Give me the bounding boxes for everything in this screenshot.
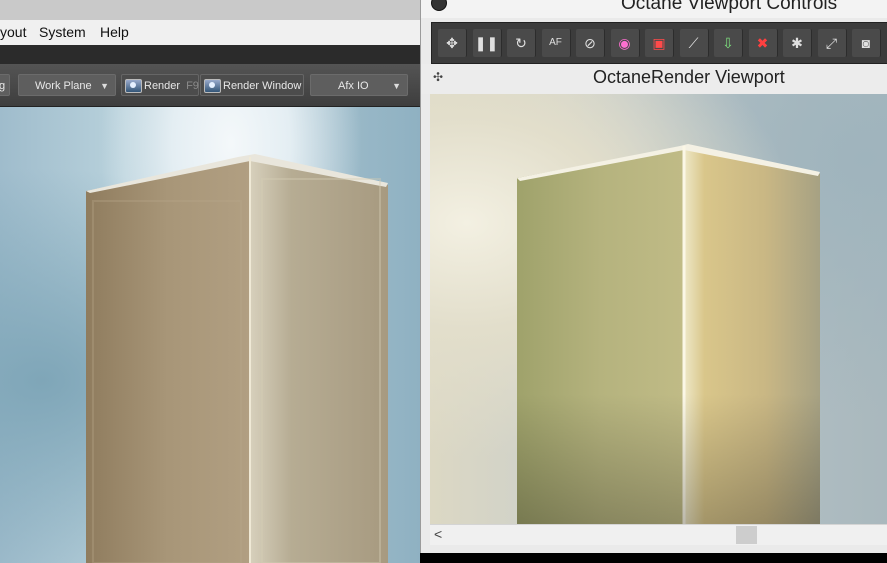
afx-io-dropdown[interactable]: Afx IO ▼	[310, 74, 408, 96]
region-render-icon[interactable]: ▣	[645, 29, 674, 57]
pillar-left-face	[86, 157, 250, 563]
render-window-label: Render Window	[223, 80, 302, 92]
render-window-icon	[204, 79, 221, 93]
clear-icon[interactable]: ✖	[748, 29, 778, 57]
host-application: yout System Help g Work Plane ▼ Render F9…	[0, 0, 420, 563]
pillar-render-octane	[517, 144, 820, 524]
octane-panel-header: ✣ OctaneRender Viewport	[421, 64, 887, 94]
host-menu-bar: yout System Help	[0, 20, 420, 45]
render-icon	[125, 79, 142, 93]
toolbar-left-stub-label: g	[0, 80, 6, 92]
octane-pillar-shadow	[517, 394, 820, 524]
scroll-left-arrow-icon[interactable]: <	[434, 526, 442, 542]
white-balance-picker-icon[interactable]: ⟋	[679, 29, 709, 57]
render-button[interactable]: Render F9	[121, 74, 199, 96]
render-label: Render	[144, 80, 181, 92]
chevron-down-icon: ▼	[392, 81, 401, 91]
octane-title-bar[interactable]: Octane Viewport Controls	[421, 0, 887, 18]
octane-viewport-window: Octane Viewport Controls ✥ ❚❚ ↻ AF ⊘ ◉ ▣ ⟋ ⇩ ✖ ✱ ⤢ ◙…	[420, 0, 887, 553]
pin-icon[interactable]: ✣	[433, 70, 443, 84]
afx-io-label: Afx IO	[338, 80, 369, 92]
fit-icon[interactable]: ✥	[438, 29, 467, 57]
octane-render-viewport[interactable]	[430, 94, 887, 524]
render-shortcut: F9	[186, 80, 199, 92]
pillar-right-face	[250, 157, 388, 563]
host-3d-viewport[interactable]	[0, 107, 420, 563]
menu-system[interactable]: System	[39, 24, 86, 40]
focus-picker-icon[interactable]: ⊘	[576, 29, 605, 57]
menu-help[interactable]: Help	[100, 24, 129, 40]
scroll-thumb[interactable]	[736, 526, 757, 544]
export-icon[interactable]: ⇩	[714, 29, 743, 57]
octane-logo-icon	[431, 0, 447, 11]
lock-resolution-icon[interactable]: ⤢	[817, 29, 847, 57]
chevron-down-icon: ▼	[100, 81, 109, 91]
snapshot-icon[interactable]: ◙	[852, 29, 881, 57]
work-plane-label: Work Plane	[35, 80, 92, 92]
host-title-strip	[0, 0, 420, 20]
autofocus-picker-icon[interactable]: AF	[541, 29, 571, 57]
octane-toolbar: ✥ ❚❚ ↻ AF ⊘ ◉ ▣ ⟋ ⇩ ✖ ✱ ⤢ ◙	[431, 22, 887, 64]
render-window-button[interactable]: Render Window	[200, 74, 304, 96]
pillar-render-host	[86, 154, 388, 563]
render-label-wrap: Render F9	[144, 75, 199, 97]
material-picker-icon[interactable]: ◉	[610, 29, 640, 57]
toolbar-left-stub[interactable]: g	[0, 74, 10, 96]
octane-panel-title: OctaneRender Viewport	[593, 67, 785, 87]
octane-horizontal-scrollbar[interactable]: <	[430, 524, 887, 545]
host-ribbon-strip	[0, 45, 420, 64]
octane-window-title: Octane Viewport Controls	[621, 0, 838, 14]
menu-layout[interactable]: yout	[0, 24, 26, 40]
restart-icon[interactable]: ↻	[507, 29, 536, 57]
pause-icon[interactable]: ❚❚	[472, 29, 502, 57]
settings-picker-icon[interactable]: ✱	[783, 29, 812, 57]
work-plane-dropdown[interactable]: Work Plane ▼	[18, 74, 116, 96]
host-toolbar: g Work Plane ▼ Render F9 Render Window Af…	[0, 64, 420, 107]
